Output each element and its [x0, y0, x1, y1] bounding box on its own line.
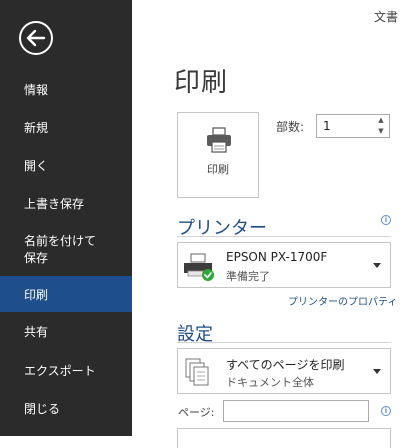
print-scope-subtitle: ドキュメント全体 — [226, 376, 314, 389]
nav-item-label: 共有 — [24, 324, 49, 339]
print-button-label: 印刷 — [207, 163, 229, 176]
nav-item-label: エクスポート — [24, 363, 96, 378]
chevron-down-icon — [373, 369, 381, 374]
nav-item-label: 開く — [24, 158, 49, 173]
printer-name: EPSON PX-1700F — [226, 250, 328, 264]
printer-dropdown[interactable]: EPSON PX-1700F 準備完了 — [177, 242, 391, 288]
back-arrow-icon — [19, 21, 53, 55]
document-title: 文書 — [373, 10, 398, 24]
nav-item-export[interactable]: エクスポート — [0, 357, 132, 383]
backstage-sidebar: 情報 新規 開く 上書き保存 名前を付けて 保存 印刷 共有 エクスポート 閉じ… — [0, 0, 132, 436]
print-button[interactable]: 印刷 — [177, 112, 259, 198]
info-icon[interactable]: i — [381, 215, 391, 225]
nav-item-label: 印刷 — [24, 287, 49, 302]
nav-item-print[interactable]: 印刷 — [0, 276, 132, 312]
nav-item-close[interactable]: 閉じる — [0, 395, 132, 421]
copies-value: 1 — [323, 119, 331, 133]
nav-item-new[interactable]: 新規 — [0, 114, 132, 140]
copies-up-button[interactable]: ▲ — [375, 115, 387, 126]
nav-item-open[interactable]: 開く — [0, 152, 132, 178]
printer-properties-link[interactable]: プリンターのプロパティ — [288, 293, 397, 308]
nav-item-save[interactable]: 上書き保存 — [0, 190, 132, 216]
nav-item-label: 情報 — [24, 82, 49, 97]
page-title: 印刷 — [174, 68, 229, 98]
nav-item-label: 閉じる — [24, 401, 61, 416]
copies-stepper[interactable]: 1 ▲ ▼ — [316, 114, 390, 138]
print-sides-dropdown[interactable] — [177, 428, 391, 448]
pages-input[interactable] — [223, 400, 369, 422]
copies-down-button[interactable]: ▼ — [375, 126, 387, 137]
nav-item-info[interactable]: 情報 — [0, 76, 132, 102]
pages-icon — [185, 358, 209, 386]
printer-heading-divider — [177, 236, 391, 237]
nav-item-label: 名前を付けて 保存 — [24, 234, 97, 265]
printer-device-icon — [184, 253, 214, 281]
printer-icon — [207, 127, 231, 153]
print-scope-dropdown[interactable]: すべてのページを印刷 ドキュメント全体 — [177, 348, 391, 394]
nav-item-label: 上書き保存 — [24, 196, 85, 211]
settings-heading-divider — [177, 342, 391, 343]
copies-label: 部数: — [276, 120, 305, 134]
nav-item-save-as[interactable]: 名前を付けて 保存 — [0, 230, 132, 270]
printer-status: 準備完了 — [226, 270, 270, 283]
chevron-down-icon — [373, 263, 381, 268]
print-scope-title: すべてのページを印刷 — [226, 358, 345, 372]
nav-item-label: 新規 — [24, 120, 49, 135]
pages-label: ページ: — [178, 406, 215, 419]
back-button[interactable] — [18, 20, 54, 56]
info-icon[interactable]: i — [381, 406, 391, 416]
nav-item-share[interactable]: 共有 — [0, 318, 132, 344]
